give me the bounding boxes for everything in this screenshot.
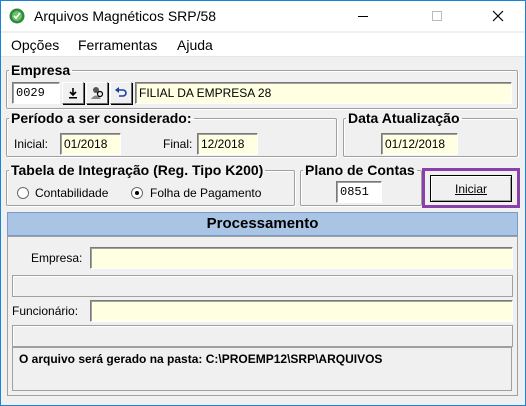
search-company-button[interactable] — [86, 82, 108, 104]
proc-funcionario-field — [90, 300, 513, 322]
empresa-legend: Empresa — [11, 62, 71, 78]
person-search-icon — [91, 87, 104, 99]
undo-button[interactable] — [110, 82, 132, 104]
menu-ajuda[interactable]: Ajuda — [177, 37, 213, 53]
radio-folha-pagamento[interactable] — [131, 187, 143, 199]
funcionario-progress-bar — [12, 325, 513, 347]
empresa-progress-bar — [12, 275, 513, 297]
minimize-icon — [358, 15, 368, 17]
inicial-field[interactable]: 01/2018 — [60, 133, 121, 155]
undo-icon — [115, 87, 127, 97]
menu-opcoes[interactable]: Opções — [11, 37, 59, 53]
processamento-header: Processamento — [7, 212, 518, 236]
empresa-code-field[interactable]: 0029 — [12, 82, 60, 104]
folha-pagamento-label: Folha de Pagamento — [150, 186, 262, 200]
download-button[interactable] — [62, 82, 84, 104]
final-label: Final: — [163, 137, 193, 151]
contabilidade-label: Contabilidade — [35, 186, 109, 200]
data-atualizacao-legend: Data Atualização — [348, 110, 460, 126]
tabela-legend: Tabela de Integração (Reg. Tipo K200) — [11, 162, 264, 178]
output-folder-info: O arquivo será gerado na pasta: C:\PROEM… — [12, 347, 512, 391]
inicial-label: Inicial: — [14, 137, 49, 151]
proc-empresa-field — [90, 247, 513, 269]
plano-contas-legend: Plano de Contas — [305, 162, 415, 178]
close-button[interactable] — [475, 1, 521, 31]
plano-contas-field[interactable]: 0851 — [336, 181, 382, 203]
close-icon — [492, 10, 504, 22]
menu-ferramentas[interactable]: Ferramentas — [78, 37, 157, 53]
app-icon — [9, 8, 25, 24]
main-window: Arquivos Magnéticos SRP/58 Opções Ferram… — [0, 0, 526, 406]
maximize-icon — [432, 11, 442, 21]
radio-contabilidade[interactable] — [17, 187, 29, 199]
menu-bar: Opções Ferramentas Ajuda — [1, 33, 525, 57]
maximize-button[interactable] — [414, 1, 460, 31]
download-icon — [69, 88, 77, 99]
title-bar: Arquivos Magnéticos SRP/58 — [1, 1, 525, 31]
data-atualizacao-field[interactable]: 01/12/2018 — [381, 133, 458, 155]
empresa-name-field[interactable]: FILIAL DA EMPRESA 28 — [135, 82, 512, 104]
periodo-legend: Período a ser considerado: — [11, 110, 192, 126]
proc-empresa-label: Empresa: — [31, 251, 83, 265]
iniciar-button[interactable]: Iniciar — [430, 175, 512, 202]
window-title: Arquivos Magnéticos SRP/58 — [34, 8, 217, 24]
final-field[interactable]: 12/2018 — [197, 133, 258, 155]
minimize-button[interactable] — [340, 1, 386, 31]
proc-funcionario-label: Funcionário: — [12, 304, 79, 318]
processamento-panel: Empresa: Funcionário: O arquivo será ger… — [7, 236, 518, 396]
